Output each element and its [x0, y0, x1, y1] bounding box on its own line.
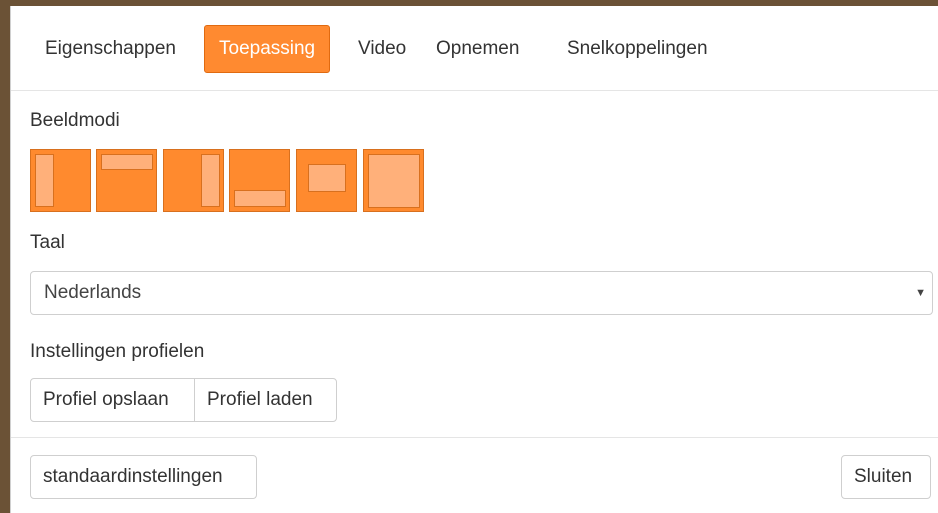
layout-right-icon[interactable] [163, 149, 224, 212]
dropdown-arrow-icon: ▼ [915, 287, 926, 299]
load-profile-button[interactable]: Profiel laden [194, 378, 337, 422]
tab-bar: Eigenschappen Toepassing Video Opnemen S… [11, 6, 938, 91]
layout-full-icon[interactable] [363, 149, 424, 212]
defaults-button[interactable]: standaardinstellingen [30, 455, 257, 499]
language-label: Taal [30, 232, 65, 253]
tab-eigenschappen[interactable]: Eigenschappen [31, 25, 190, 73]
layout-left-icon[interactable] [30, 149, 91, 212]
display-modes-label: Beeldmodi [30, 110, 120, 131]
settings-dialog: Eigenschappen Toepassing Video Opnemen S… [10, 6, 938, 513]
profiles-label: Instellingen profielen [30, 341, 205, 362]
layout-center-icon[interactable] [296, 149, 357, 212]
tab-snelkoppelingen[interactable]: Snelkoppelingen [553, 25, 722, 73]
close-button[interactable]: Sluiten [841, 455, 931, 499]
save-profile-button[interactable]: Profiel opslaan [30, 378, 195, 422]
language-select[interactable]: Nederlands ▼ [30, 271, 933, 315]
footer-divider [11, 437, 938, 438]
language-select-value: Nederlands [44, 282, 142, 303]
layout-bottom-icon[interactable] [229, 149, 290, 212]
tab-video[interactable]: Video [344, 25, 420, 73]
layout-top-icon[interactable] [96, 149, 157, 212]
tab-toepassing[interactable]: Toepassing [204, 25, 331, 73]
tab-opnemen[interactable]: Opnemen [422, 25, 533, 73]
